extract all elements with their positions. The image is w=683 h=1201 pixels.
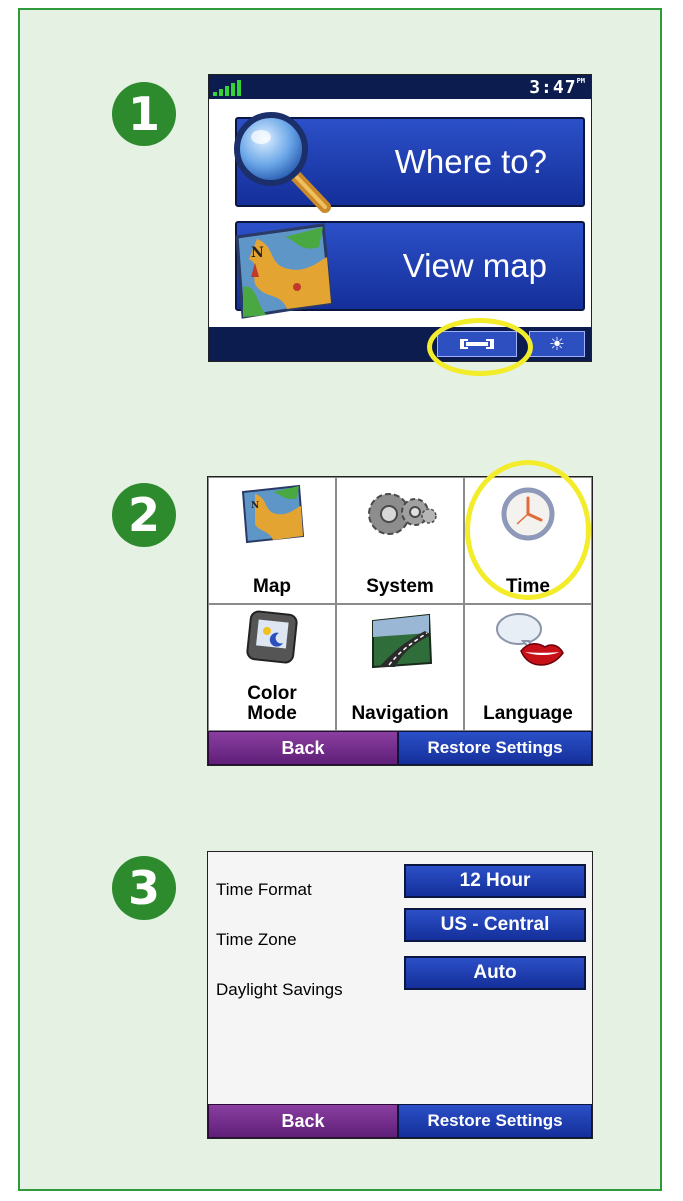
label-line: Mode: [247, 703, 297, 724]
view-map-button[interactable]: N View map: [235, 221, 585, 319]
settings-item-system[interactable]: System: [336, 477, 464, 604]
time-zone-label: Time Zone: [216, 930, 297, 949]
svg-text:N: N: [251, 501, 259, 511]
signal-bar: [225, 86, 229, 96]
magnifier-icon: [234, 112, 331, 213]
speech-lips-icon: [496, 613, 564, 666]
step-2-badge: 2: [112, 483, 176, 547]
brightness-button[interactable]: ☀: [529, 331, 585, 357]
bottom-toolbar: ☀: [209, 327, 591, 361]
clock-suffix: PM: [576, 77, 585, 85]
view-map-label: View map: [402, 247, 547, 284]
time-zone-button[interactable]: US - Central: [404, 908, 586, 942]
settings-item-label: System: [366, 576, 434, 597]
time-settings-screen: Time Format 12 Hour Time Zone US - Centr…: [207, 851, 593, 1139]
signal-bar: [231, 83, 235, 96]
settings-item-label: Language: [483, 703, 573, 724]
settings-button-bar: Back Restore Settings: [208, 731, 592, 765]
road-icon: [372, 613, 433, 669]
daylight-savings-button[interactable]: Auto: [404, 956, 586, 990]
settings-item-label: Map: [253, 576, 291, 597]
signal-bar: [219, 89, 223, 96]
color-mode-icon: [246, 610, 298, 664]
clock: 3:47PM: [529, 77, 585, 98]
settings-item-label: Navigation: [351, 703, 449, 724]
time-format-button[interactable]: 12 Hour: [404, 864, 586, 898]
daylight-savings-label: Daylight Savings: [216, 980, 343, 999]
status-bar: 3:47PM: [209, 75, 591, 99]
tools-highlight-ring: [427, 318, 533, 376]
time-highlight-ring: [465, 460, 591, 600]
clock-time: 3:47: [529, 77, 577, 98]
label-line: Color: [247, 683, 297, 704]
back-button[interactable]: Back: [208, 1104, 398, 1138]
settings-item-color-mode[interactable]: Color Mode: [208, 604, 336, 731]
signal-bar: [237, 80, 241, 96]
settings-item-language[interactable]: Language: [464, 604, 592, 731]
gears-icon: [368, 493, 437, 535]
main-menu-screen: 3:47PM Where to? N View map ☀: [208, 74, 592, 362]
time-button-bar: Back Restore Settings: [208, 1104, 592, 1138]
map-icon: N: [241, 484, 305, 544]
step-3-badge: 3: [112, 856, 176, 920]
brightness-icon: ☀: [548, 333, 566, 354]
back-button[interactable]: Back: [208, 731, 398, 765]
settings-item-navigation[interactable]: Navigation: [336, 604, 464, 731]
map-icon: N: [235, 223, 333, 319]
svg-text:N: N: [251, 245, 264, 261]
settings-item-label: Color Mode: [247, 684, 297, 724]
signal-bar: [213, 92, 217, 96]
restore-settings-button[interactable]: Restore Settings: [398, 1104, 592, 1138]
time-format-label: Time Format: [216, 880, 312, 899]
settings-item-map[interactable]: N Map: [208, 477, 336, 604]
where-to-button[interactable]: Where to?: [234, 112, 585, 213]
where-to-label: Where to?: [394, 143, 547, 180]
step-1-badge: 1: [112, 82, 176, 146]
restore-settings-button[interactable]: Restore Settings: [398, 731, 592, 765]
